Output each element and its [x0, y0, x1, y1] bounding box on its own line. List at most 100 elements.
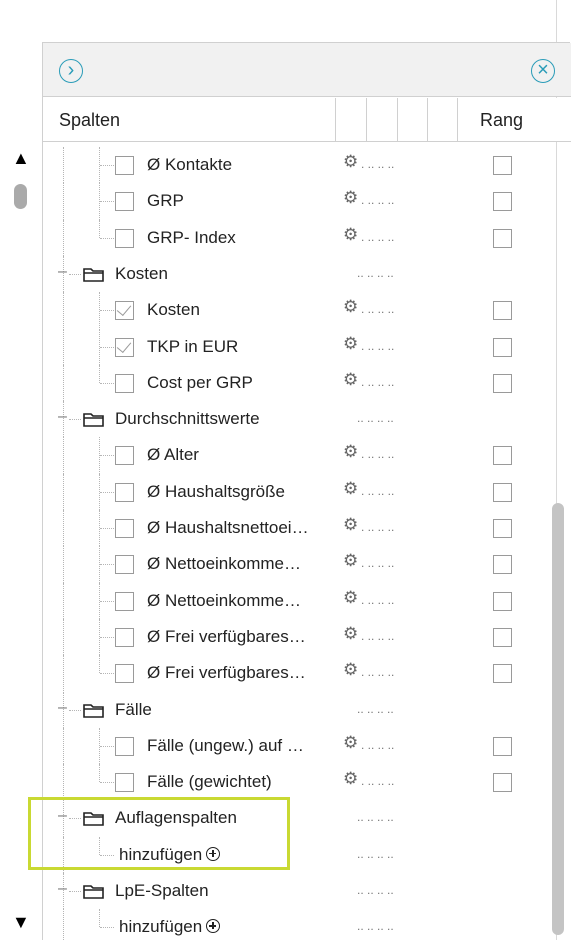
- column-checkbox[interactable]: [115, 664, 134, 684]
- gear-icon[interactable]: ⚙: [343, 551, 358, 571]
- collapse-icon[interactable]: –: [58, 880, 67, 898]
- column-checkbox[interactable]: [115, 519, 134, 538]
- expand-icon[interactable]: ›: [59, 59, 83, 83]
- rank-checkbox[interactable]: [493, 482, 512, 502]
- tree-line: [99, 655, 100, 674]
- rank-checkbox[interactable]: [493, 228, 512, 248]
- column-checkbox[interactable]: [115, 555, 134, 575]
- tree-line: [63, 618, 64, 656]
- tree-line: [63, 510, 64, 547]
- tree-line: [63, 655, 64, 692]
- rank-checkbox[interactable]: [493, 301, 512, 321]
- column-label[interactable]: Kosten: [147, 300, 200, 320]
- rank-checkbox[interactable]: [493, 627, 512, 647]
- tree-line: [99, 909, 100, 928]
- column-checkbox[interactable]: [115, 446, 134, 466]
- group-label[interactable]: Kosten: [115, 264, 168, 284]
- column-label[interactable]: Ø Frei verfügbares…: [147, 627, 306, 647]
- gear-icon[interactable]: ⚙: [343, 152, 358, 172]
- rank-checkbox[interactable]: [493, 736, 512, 756]
- rank-checkbox[interactable]: [493, 519, 512, 538]
- column-item-row: Ø Nettoeinkomme… ⚙. .. .. ..: [43, 582, 553, 619]
- column-label[interactable]: Ø Kontakte: [147, 155, 232, 175]
- gear-icon[interactable]: ⚙: [343, 588, 358, 608]
- column-label[interactable]: Fälle (ungew.) auf …: [147, 736, 304, 756]
- rank-checkbox[interactable]: [493, 664, 512, 684]
- gear-icon[interactable]: ⚙: [343, 297, 358, 317]
- rank-checkbox[interactable]: [493, 156, 512, 175]
- column-checkbox[interactable]: [115, 156, 134, 175]
- column-label[interactable]: TKP in EUR: [147, 337, 238, 357]
- gear-icon[interactable]: ⚙: [343, 334, 358, 354]
- placeholder-dots: . .. .. ..: [361, 556, 395, 571]
- collapse-icon[interactable]: –: [58, 263, 67, 281]
- tree-line: [100, 237, 114, 239]
- rank-checkbox[interactable]: [493, 192, 512, 212]
- add-circle-icon[interactable]: [206, 919, 221, 934]
- placeholder-dots: . .. .. ..: [361, 665, 395, 680]
- column-item-row: Fälle (gewichtet) ⚙. .. .. ..: [43, 764, 553, 801]
- gear-icon[interactable]: ⚙: [343, 624, 358, 644]
- tree-line: [100, 782, 114, 784]
- column-checkbox[interactable]: [115, 373, 134, 393]
- gear-icon[interactable]: ⚙: [343, 225, 358, 245]
- column-label[interactable]: GRP: [147, 191, 184, 211]
- right-scroll-thumb[interactable]: [552, 503, 564, 935]
- header-divider: [335, 98, 336, 142]
- column-checkbox[interactable]: [115, 192, 134, 212]
- gear-icon[interactable]: ⚙: [343, 733, 358, 753]
- placeholder-dots: . .. .. ..: [361, 774, 395, 789]
- column-label[interactable]: Ø Frei verfügbares…: [147, 663, 306, 683]
- tree-group-row: – Fälle .. .. .. ..: [43, 691, 553, 728]
- column-checkbox[interactable]: [115, 736, 134, 756]
- rank-checkbox[interactable]: [493, 373, 512, 393]
- column-item-row: Fälle (ungew.) auf … ⚙. .. .. ..: [43, 727, 553, 765]
- left-scroll-thumb[interactable]: [14, 184, 27, 209]
- rank-checkbox[interactable]: [493, 773, 512, 793]
- rank-checkbox[interactable]: [493, 555, 512, 575]
- placeholder-dots: .. .. .. ..: [357, 411, 394, 426]
- column-checkbox[interactable]: [115, 591, 134, 611]
- column-checkbox[interactable]: [115, 482, 134, 502]
- column-item-row: Kosten ⚙. .. .. ..: [43, 292, 553, 329]
- scroll-up-arrow[interactable]: ▲: [12, 148, 30, 169]
- add-column-link[interactable]: hinzufügen: [119, 917, 221, 937]
- gear-icon[interactable]: ⚙: [343, 188, 358, 208]
- rank-checkbox[interactable]: [493, 337, 512, 357]
- collapse-icon[interactable]: –: [58, 699, 67, 717]
- tree-line: [63, 473, 64, 510]
- column-item-row: Ø Alter ⚙. .. .. ..: [43, 437, 553, 474]
- gear-icon[interactable]: ⚙: [343, 660, 358, 680]
- gear-icon[interactable]: ⚙: [343, 479, 358, 499]
- gear-icon[interactable]: ⚙: [343, 515, 358, 535]
- column-checkbox[interactable]: [115, 301, 134, 321]
- group-label[interactable]: Fälle: [115, 700, 152, 720]
- column-label[interactable]: Fälle (gewichtet): [147, 772, 272, 792]
- tree-line: [100, 528, 114, 529]
- scroll-down-arrow[interactable]: ▼: [12, 912, 30, 933]
- tree-line: [69, 419, 81, 421]
- tree-line: [100, 346, 114, 348]
- column-label[interactable]: Cost per GRP: [147, 373, 253, 393]
- column-label[interactable]: Ø Haushaltsnettoei…: [147, 518, 309, 538]
- tree-group-row: – LpE-Spalten .. .. .. ..: [43, 873, 553, 910]
- close-icon[interactable]: ×: [531, 59, 555, 83]
- rank-checkbox[interactable]: [493, 446, 512, 466]
- gear-icon[interactable]: ⚙: [343, 442, 358, 462]
- column-checkbox[interactable]: [115, 773, 134, 793]
- gear-icon[interactable]: ⚙: [343, 370, 358, 390]
- column-label[interactable]: GRP- Index: [147, 228, 236, 248]
- gear-icon[interactable]: ⚙: [343, 769, 358, 789]
- placeholder-dots: . .. .. ..: [361, 628, 395, 643]
- column-label[interactable]: Ø Nettoeinkomme…: [147, 591, 301, 611]
- column-label[interactable]: Ø Haushaltsgröße: [147, 482, 285, 502]
- column-checkbox[interactable]: [115, 228, 134, 248]
- group-label[interactable]: LpE-Spalten: [115, 881, 209, 901]
- column-checkbox[interactable]: [115, 627, 134, 647]
- group-label[interactable]: Durchschnittswerte: [115, 409, 260, 429]
- column-label[interactable]: Ø Nettoeinkomme…: [147, 554, 301, 574]
- collapse-icon[interactable]: –: [58, 408, 67, 426]
- column-checkbox[interactable]: [115, 337, 134, 357]
- rank-checkbox[interactable]: [493, 591, 512, 611]
- column-label[interactable]: Ø Alter: [147, 445, 199, 465]
